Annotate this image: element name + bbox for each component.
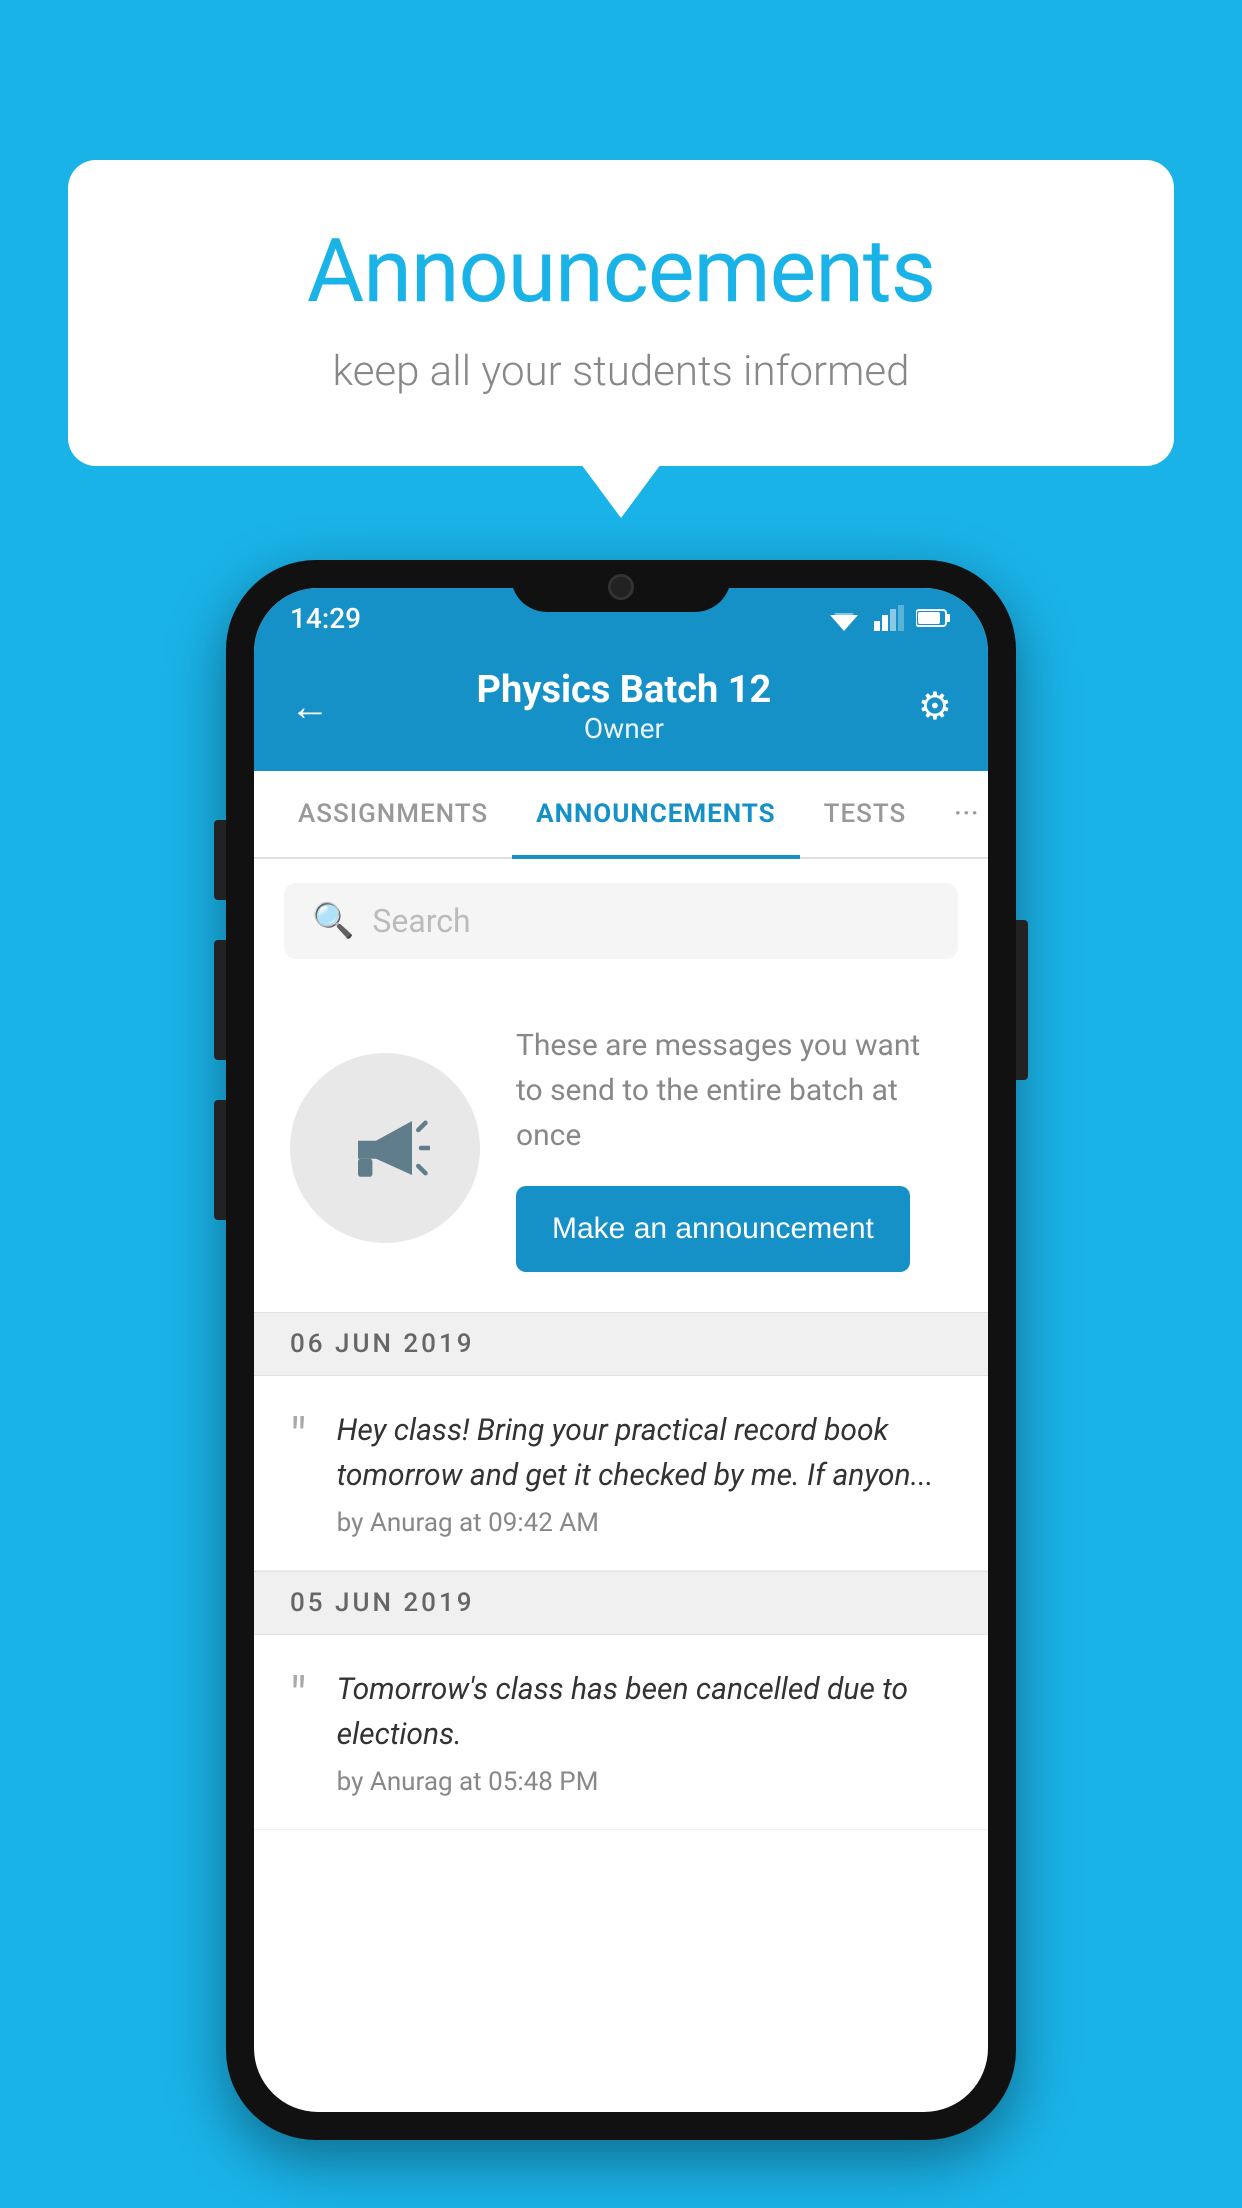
phone-mockup: 14:29 [226,560,1016,2140]
gear-icon[interactable]: ⚙ [918,684,952,729]
status-icons [826,605,952,631]
announcement-item-1[interactable]: " Hey class! Bring your practical record… [254,1376,988,1571]
announce-description: These are messages you want to send to t… [516,1023,952,1158]
wifi-icon [826,605,862,631]
tab-assignments[interactable]: ASSIGNMENTS [274,771,512,857]
phone-button-right [1016,920,1028,1080]
quote-icon-2: " [290,1671,307,1723]
megaphone-icon-circle [290,1053,480,1243]
battery-icon [916,608,952,628]
tab-tests[interactable]: TESTS [800,771,931,857]
search-input[interactable]: Search [372,902,470,940]
phone-camera [608,574,634,600]
header-title: Physics Batch 12 [330,668,918,712]
announcement-content-1: Hey class! Bring your practical record b… [337,1408,952,1538]
signal-icon [874,605,904,631]
tab-more[interactable]: ··· [930,771,988,857]
date-divider-1: 06 JUN 2019 [254,1312,988,1376]
phone-button-left3 [214,1100,226,1220]
bubble-title: Announcements [148,220,1094,323]
announcement-content-2: Tomorrow's class has been cancelled due … [337,1667,952,1797]
date-divider-2: 05 JUN 2019 [254,1571,988,1635]
status-time: 14:29 [290,602,361,635]
quote-icon-1: " [290,1412,307,1464]
search-bar[interactable]: 🔍 Search [284,883,958,959]
phone-notch [511,560,731,612]
back-button[interactable]: ← [290,683,330,730]
speech-bubble: Announcements keep all your students inf… [68,160,1174,466]
announcement-text-1: Hey class! Bring your practical record b… [337,1408,952,1498]
phone-screen: 14:29 [254,588,988,2112]
header-subtitle: Owner [330,712,918,745]
search-container: 🔍 Search [254,859,988,983]
phone-button-left [214,820,226,900]
announcement-meta-1: by Anurag at 09:42 AM [337,1508,952,1538]
header-center: Physics Batch 12 Owner [330,668,918,745]
app-header: ← Physics Batch 12 Owner ⚙ [254,648,988,771]
announcement-meta-2: by Anurag at 05:48 PM [337,1767,952,1797]
announce-right: These are messages you want to send to t… [516,1023,952,1272]
bubble-subtitle: keep all your students informed [148,347,1094,396]
announce-prompt: These are messages you want to send to t… [254,983,988,1312]
speech-bubble-section: Announcements keep all your students inf… [68,160,1174,466]
announcement-text-2: Tomorrow's class has been cancelled due … [337,1667,952,1757]
make-announcement-button[interactable]: Make an announcement [516,1186,910,1272]
phone-outer: 14:29 [226,560,1016,2140]
phone-button-left2 [214,940,226,1060]
tabs-bar: ASSIGNMENTS ANNOUNCEMENTS TESTS ··· [254,771,988,859]
megaphone-icon [340,1103,430,1193]
tab-announcements[interactable]: ANNOUNCEMENTS [512,771,799,857]
announcement-item-2[interactable]: " Tomorrow's class has been cancelled du… [254,1635,988,1830]
search-icon: 🔍 [312,901,354,941]
